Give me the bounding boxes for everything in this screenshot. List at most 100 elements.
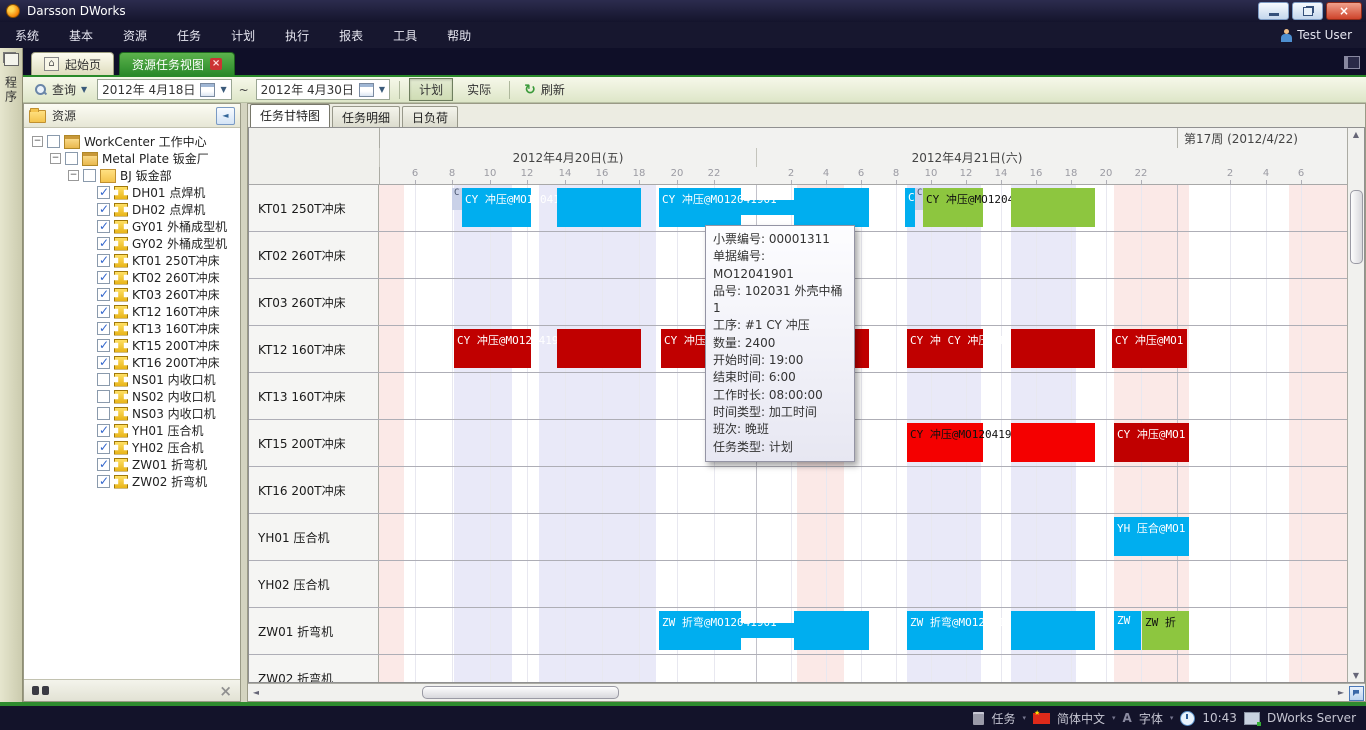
tree-item-KT12[interactable]: KT12 160T冲床 (24, 303, 240, 320)
tree-item-DH02[interactable]: DH02 点焊机 (24, 201, 240, 218)
gantt-bar[interactable]: CY 冲压@MO12041901 (462, 188, 531, 227)
status-tasks-label[interactable]: 任务 (991, 710, 1015, 727)
gantt-bar[interactable]: CY 冲压@MO1 (1112, 329, 1187, 368)
expand-icon[interactable] (1349, 686, 1364, 701)
menu-item-执行[interactable]: 执行 (270, 29, 324, 43)
gantt-bar[interactable] (794, 611, 869, 650)
gantt-bar[interactable] (557, 329, 641, 368)
gantt-bar[interactable]: ZW (1114, 611, 1141, 650)
tree-checkbox[interactable] (83, 169, 96, 182)
query-button[interactable]: 查询 ▼ (29, 79, 92, 100)
expander-icon[interactable]: − (32, 136, 43, 147)
close-button[interactable]: × (1326, 2, 1362, 20)
menu-item-计划[interactable]: 计划 (216, 29, 270, 43)
gantt-bar[interactable]: CY 冲压@MO12041904 (454, 329, 531, 368)
tree-item-workcenter[interactable]: −WorkCenter 工作中心 (24, 133, 240, 150)
horizontal-scroll-thumb[interactable] (422, 686, 619, 699)
language-caret-icon[interactable]: ▾ (1112, 714, 1116, 722)
menu-item-基本[interactable]: 基本 (54, 29, 108, 43)
collapsed-panel-strip[interactable]: 程序 (0, 48, 23, 702)
tree-checkbox[interactable] (97, 254, 110, 267)
gantt-bar[interactable]: CY 冲 CY 冲压@MO12041904 (907, 329, 983, 368)
tree-checkbox[interactable] (97, 407, 110, 420)
gantt-bar[interactable] (1011, 611, 1095, 650)
tree-checkbox[interactable] (97, 203, 110, 216)
tree-item-GY01[interactable]: GY01 外桶成型机 (24, 218, 240, 235)
tree-item-KT16[interactable]: KT16 200T冲床 (24, 354, 240, 371)
tab-resource-task-view[interactable]: 资源任务视图 × (119, 52, 235, 75)
tree-checkbox[interactable] (97, 186, 110, 199)
tree-item-ZW02[interactable]: ZW02 折弯机 (24, 473, 240, 490)
expander-icon[interactable]: − (68, 170, 79, 181)
horizontal-scrollbar[interactable]: ◄ ► (248, 683, 1365, 701)
tree-checkbox[interactable] (97, 288, 110, 301)
tree-item-bj-dept[interactable]: −BJ 钣金部 (24, 167, 240, 184)
menu-item-任务[interactable]: 任务 (162, 29, 216, 43)
tree-item-GY02[interactable]: GY02 外桶成型机 (24, 235, 240, 252)
tree-checkbox[interactable] (97, 271, 110, 284)
gantt-bar[interactable] (1011, 188, 1095, 227)
gantt-bar[interactable] (1011, 423, 1095, 462)
tree-checkbox[interactable] (97, 237, 110, 250)
gantt-bar[interactable]: YH 压合@MO1 (1114, 517, 1189, 556)
date-from-picker[interactable]: 2012年 4月18日 ▼ (97, 79, 231, 100)
menu-item-工具[interactable]: 工具 (378, 29, 432, 43)
tree-item-NS03[interactable]: NS03 内收口机 (24, 405, 240, 422)
tree-item-KT01[interactable]: KT01 250T冲床 (24, 252, 240, 269)
tree-checkbox[interactable] (97, 424, 110, 437)
tree-item-ZW01[interactable]: ZW01 折弯机 (24, 456, 240, 473)
tree-item-KT15[interactable]: KT15 200T冲床 (24, 337, 240, 354)
panel-collapse-button[interactable]: ◄ (216, 107, 235, 125)
gantt-bar[interactable] (1011, 329, 1095, 368)
tree-item-KT02[interactable]: KT02 260T冲床 (24, 269, 240, 286)
vertical-scroll-thumb[interactable] (1350, 190, 1363, 264)
tree-checkbox[interactable] (65, 152, 78, 165)
gantt-bar[interactable] (794, 188, 869, 227)
user-box[interactable]: Test User (1281, 28, 1366, 42)
tree-checkbox[interactable] (47, 135, 60, 148)
tree-checkbox[interactable] (97, 220, 110, 233)
date-to-picker[interactable]: 2012年 4月30日 ▼ (256, 79, 390, 100)
tree-item-YH01[interactable]: YH01 压合机 (24, 422, 240, 439)
task-list-icon[interactable] (973, 712, 984, 725)
tree-item-KT03[interactable]: KT03 260T冲床 (24, 286, 240, 303)
actual-toggle-button[interactable]: 实际 (458, 79, 500, 100)
status-language[interactable]: 简体中文 (1057, 710, 1105, 727)
tree-checkbox[interactable] (97, 339, 110, 352)
scroll-down-icon[interactable]: ▼ (1348, 671, 1364, 680)
tree-item-DH01[interactable]: DH01 点焊机 (24, 184, 240, 201)
scroll-up-icon[interactable]: ▲ (1348, 130, 1364, 139)
tree-item-metal-plate[interactable]: −Metal Plate 钣金厂 (24, 150, 240, 167)
tab-daily-load[interactable]: 日负荷 (402, 106, 458, 127)
expander-icon[interactable]: − (50, 153, 61, 164)
scroll-right-icon[interactable]: ► (1333, 688, 1349, 697)
gantt-bar[interactable] (557, 188, 641, 227)
gantt-bar[interactable]: CY 冲压@MO1 (1114, 423, 1189, 462)
tree-checkbox[interactable] (97, 322, 110, 335)
tab-home[interactable]: ⌂ 起始页 (31, 52, 114, 75)
find-icon[interactable] (32, 685, 49, 696)
scroll-left-icon[interactable]: ◄ (248, 688, 264, 697)
gantt-bar[interactable]: C (452, 188, 462, 210)
refresh-button[interactable]: ↻ 刷新 (519, 79, 570, 100)
gantt-bar[interactable]: CY 冲压@MO12041903 (907, 423, 983, 462)
clear-icon[interactable]: × (219, 684, 232, 698)
tasks-caret-icon[interactable]: ▾ (1022, 714, 1026, 722)
vertical-scrollbar[interactable]: ▲ ▼ (1347, 128, 1364, 682)
menu-item-帮助[interactable]: 帮助 (432, 29, 486, 43)
menu-item-系统[interactable]: 系统 (0, 29, 54, 43)
font-caret-icon[interactable]: ▾ (1170, 714, 1174, 722)
status-font[interactable]: 字体 (1139, 710, 1163, 727)
menu-item-资源[interactable]: 资源 (108, 29, 162, 43)
tab-gantt-chart[interactable]: 任务甘特图 (250, 104, 330, 127)
tree-item-NS02[interactable]: NS02 内收口机 (24, 388, 240, 405)
menu-item-报表[interactable]: 报表 (324, 29, 378, 43)
gantt-bar[interactable]: CY 冲压@MO12041901 (659, 188, 741, 227)
tree-checkbox[interactable] (97, 373, 110, 386)
tab-task-detail[interactable]: 任务明细 (332, 106, 400, 127)
tree-checkbox[interactable] (97, 356, 110, 369)
tab-close-icon[interactable]: × (210, 58, 222, 70)
tree-checkbox[interactable] (97, 305, 110, 318)
gantt-bar[interactable]: CY 冲压@MO12041902 (923, 188, 983, 227)
tree-checkbox[interactable] (97, 390, 110, 403)
